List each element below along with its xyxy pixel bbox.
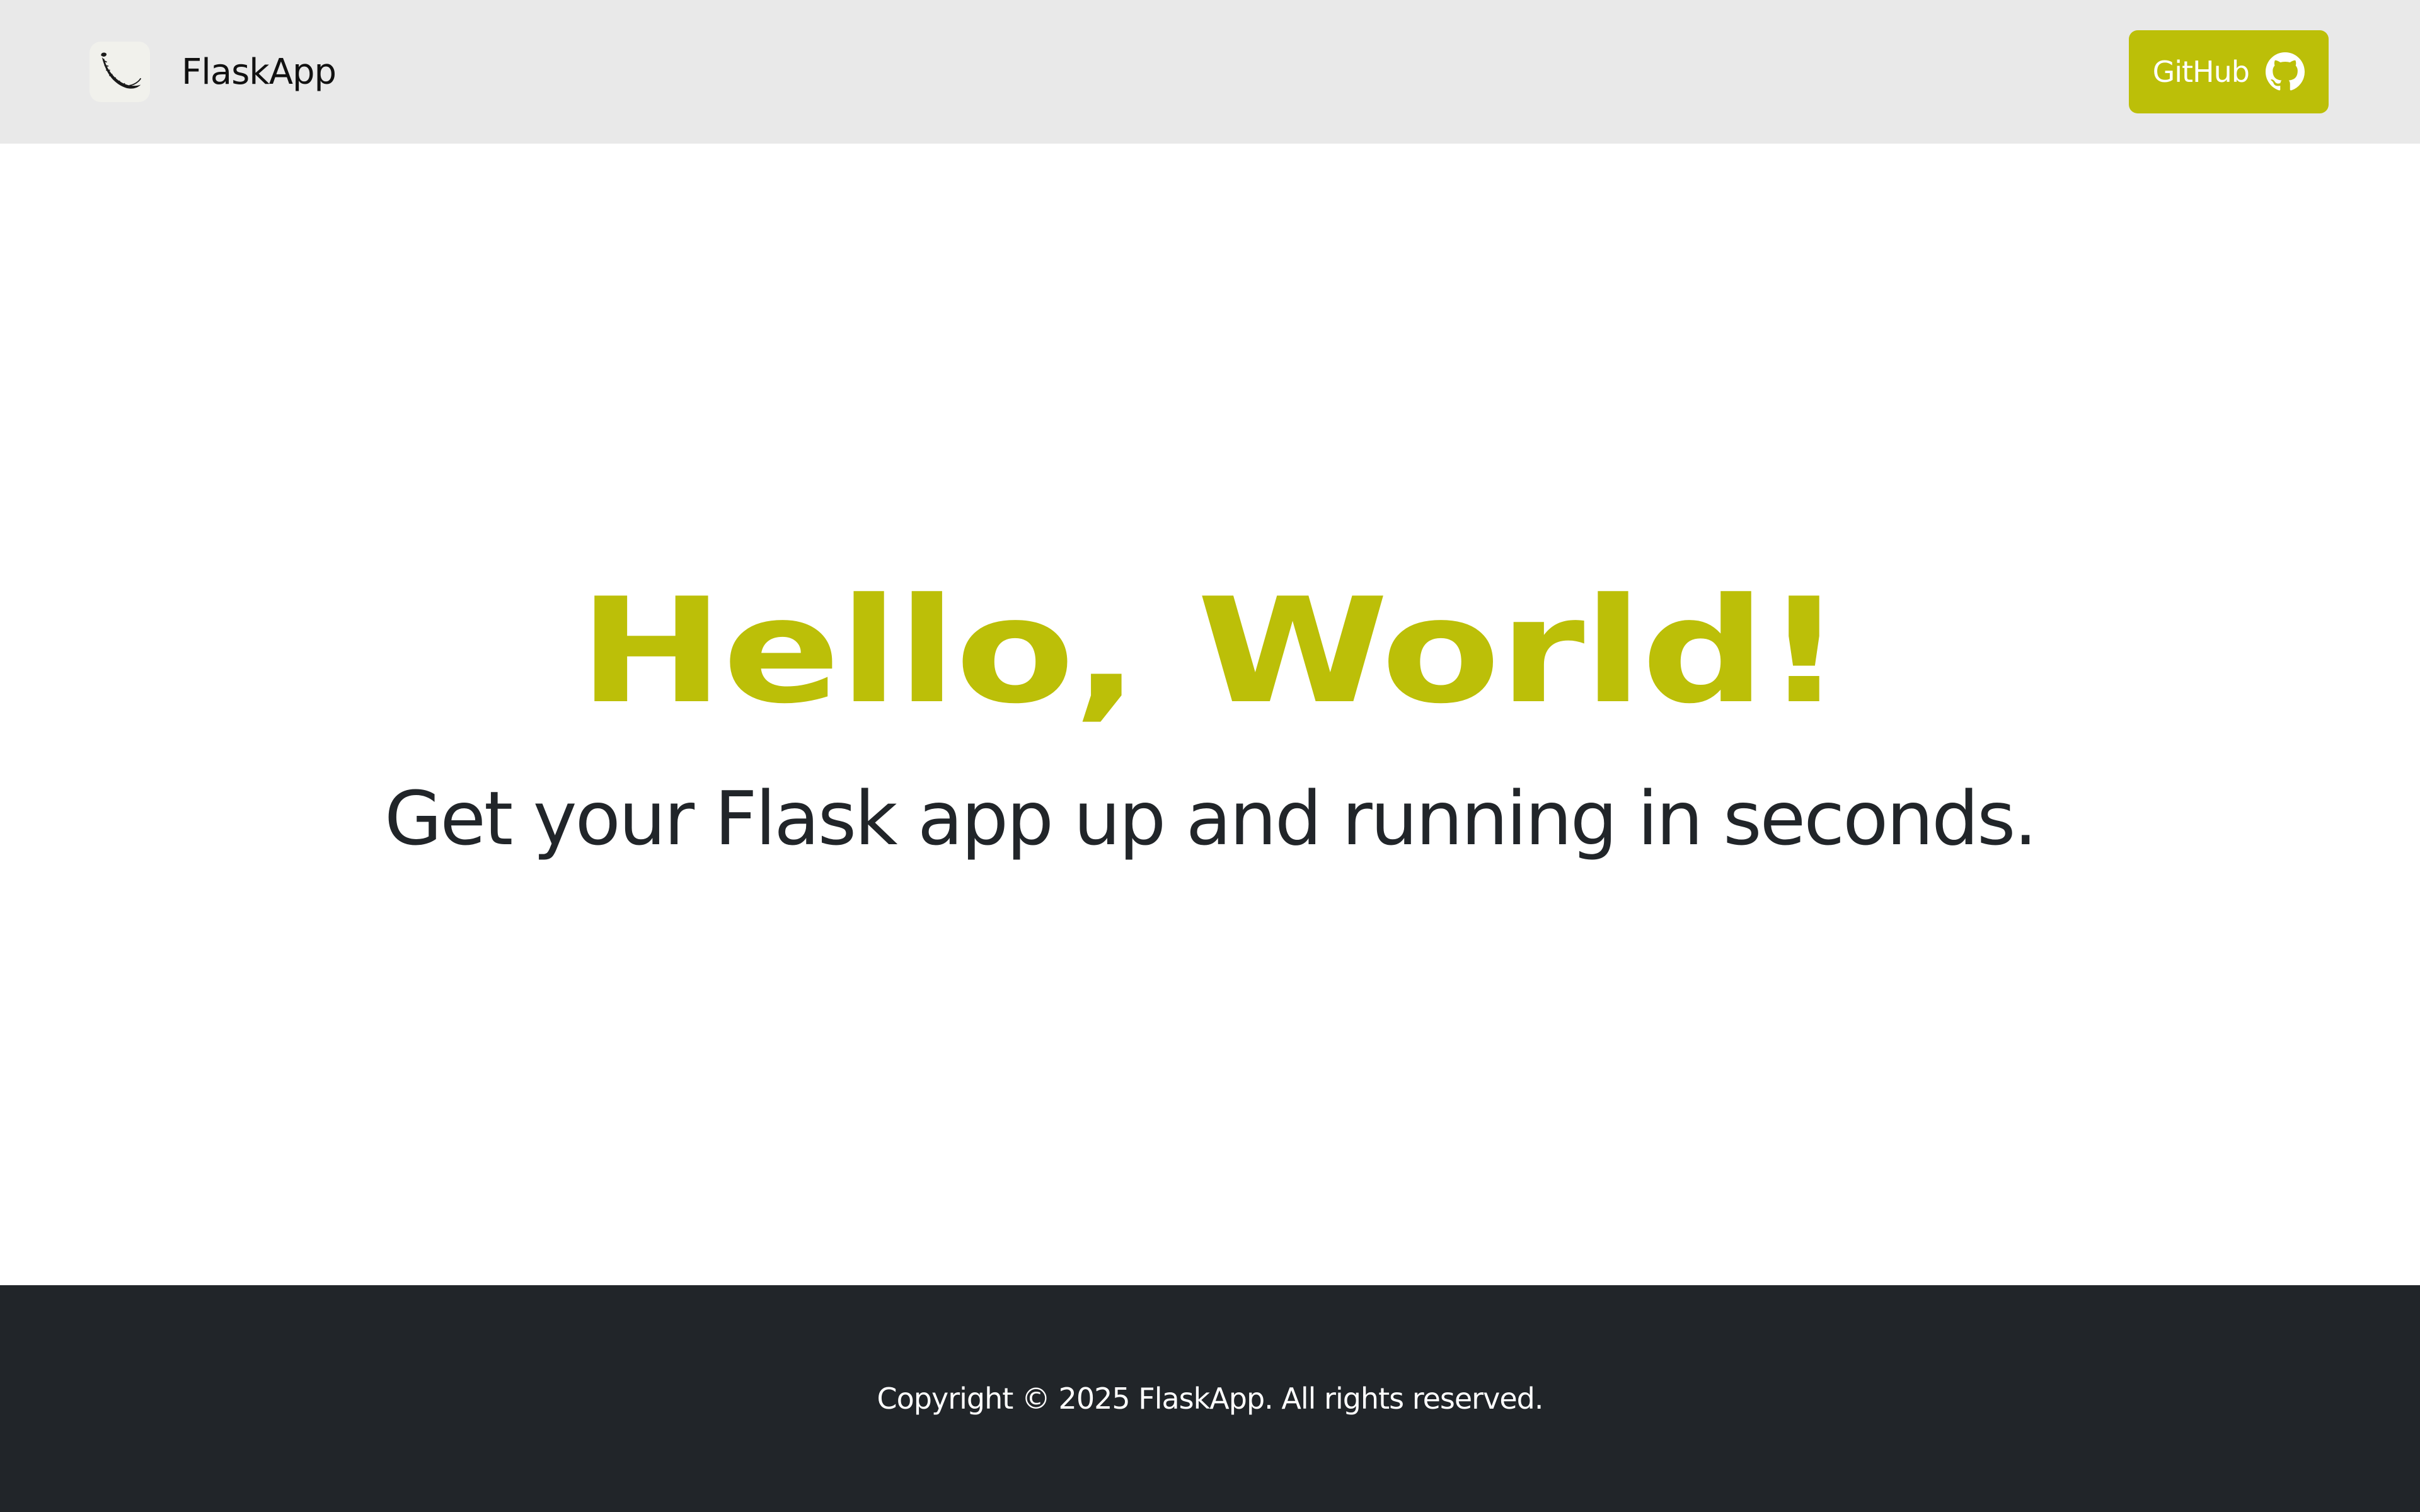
footer: Copyright © 2025 FlaskApp. All rights re… bbox=[0, 1285, 2420, 1512]
footer-copyright: Copyright © 2025 FlaskApp. All rights re… bbox=[877, 1382, 1544, 1416]
hero-section: Hello, World! Get your Flask app up and … bbox=[0, 144, 2420, 1285]
flask-logo-icon bbox=[89, 42, 150, 102]
github-icon bbox=[2266, 52, 2305, 91]
brand-name: FlaskApp bbox=[182, 51, 337, 93]
github-button-label: GitHub bbox=[2152, 55, 2250, 89]
navbar: FlaskApp GitHub bbox=[0, 0, 2420, 144]
hero-subtitle: Get your Flask app up and running in sec… bbox=[384, 775, 2037, 862]
github-button[interactable]: GitHub bbox=[2128, 30, 2329, 113]
page: FlaskApp GitHub Hello, World! Get your F… bbox=[0, 0, 2420, 1512]
hero-title: Hello, World! bbox=[578, 568, 1843, 736]
brand-link[interactable]: FlaskApp bbox=[89, 42, 337, 102]
